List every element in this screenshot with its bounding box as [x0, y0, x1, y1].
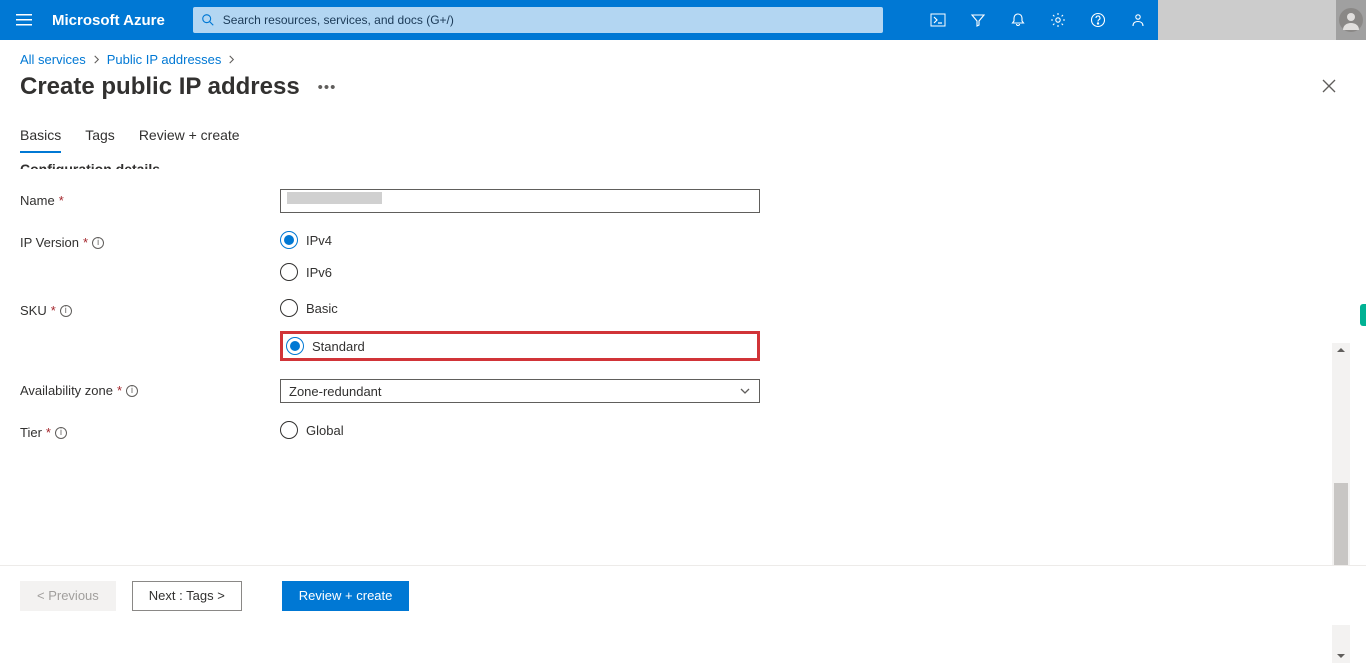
scroll-down-arrow-icon[interactable] — [1332, 649, 1350, 663]
feedback-icon[interactable] — [1118, 0, 1158, 40]
info-icon[interactable]: i — [92, 237, 104, 249]
search-icon — [201, 13, 215, 27]
radio-ipv4[interactable]: IPv4 — [280, 231, 760, 249]
tab-review-create[interactable]: Review + create — [139, 127, 240, 153]
filter-icon[interactable] — [958, 0, 998, 40]
user-avatar[interactable] — [1336, 0, 1366, 40]
scroll-up-arrow-icon[interactable] — [1332, 343, 1350, 357]
info-icon[interactable]: i — [126, 385, 138, 397]
radio-ipv6[interactable]: IPv6 — [280, 263, 760, 281]
radio-global[interactable]: Global — [280, 421, 760, 439]
breadcrumb-public-ip[interactable]: Public IP addresses — [107, 52, 222, 67]
breadcrumb-all-services[interactable]: All services — [20, 52, 86, 67]
settings-gear-icon[interactable] — [1038, 0, 1078, 40]
more-actions-icon[interactable]: ••• — [318, 79, 337, 96]
label-availability-zone: Availability zone* i — [20, 379, 280, 398]
cloud-shell-icon[interactable] — [918, 0, 958, 40]
form-panel: Configuration details Name* IP Version* … — [20, 153, 1326, 530]
hamburger-menu-icon[interactable] — [0, 0, 48, 40]
side-tab-nub[interactable] — [1360, 304, 1366, 326]
search-input[interactable] — [223, 13, 875, 27]
help-icon[interactable] — [1078, 0, 1118, 40]
chevron-down-icon — [739, 385, 751, 397]
previous-button: < Previous — [20, 581, 116, 611]
page-title: Create public IP address — [20, 73, 300, 101]
radio-basic[interactable]: Basic — [280, 299, 760, 317]
tab-tags[interactable]: Tags — [85, 127, 115, 153]
global-search[interactable] — [193, 7, 883, 33]
chevron-right-icon — [227, 52, 236, 67]
info-icon[interactable]: i — [55, 427, 67, 439]
footer-bar: < Previous Next : Tags > Review + create — [0, 565, 1366, 625]
label-ip-version: IP Version* i — [20, 231, 280, 250]
breadcrumb: All services Public IP addresses — [0, 40, 1366, 73]
review-create-button[interactable]: Review + create — [282, 581, 410, 611]
highlight-standard: Standard — [280, 331, 760, 361]
radio-standard[interactable]: Standard — [286, 337, 365, 355]
section-configuration-details: Configuration details — [20, 163, 1326, 169]
label-tier: Tier* i — [20, 421, 280, 440]
availability-zone-select[interactable]: Zone-redundant — [280, 379, 760, 403]
name-input[interactable] — [280, 189, 760, 213]
close-icon[interactable] — [1322, 77, 1346, 98]
top-bar: Microsoft Azure — [0, 0, 1366, 40]
title-row: Create public IP address ••• — [0, 73, 1366, 105]
account-block[interactable] — [1158, 0, 1336, 40]
tab-basics[interactable]: Basics — [20, 127, 61, 153]
tab-bar: Basics Tags Review + create — [0, 105, 1366, 153]
chevron-right-icon — [92, 52, 101, 67]
label-name: Name* — [20, 189, 280, 208]
label-sku: SKU* i — [20, 299, 280, 318]
next-tags-button[interactable]: Next : Tags > — [132, 581, 242, 611]
brand-label: Microsoft Azure — [48, 12, 183, 29]
info-icon[interactable]: i — [60, 305, 72, 317]
topbar-actions — [918, 0, 1158, 40]
notifications-icon[interactable] — [998, 0, 1038, 40]
